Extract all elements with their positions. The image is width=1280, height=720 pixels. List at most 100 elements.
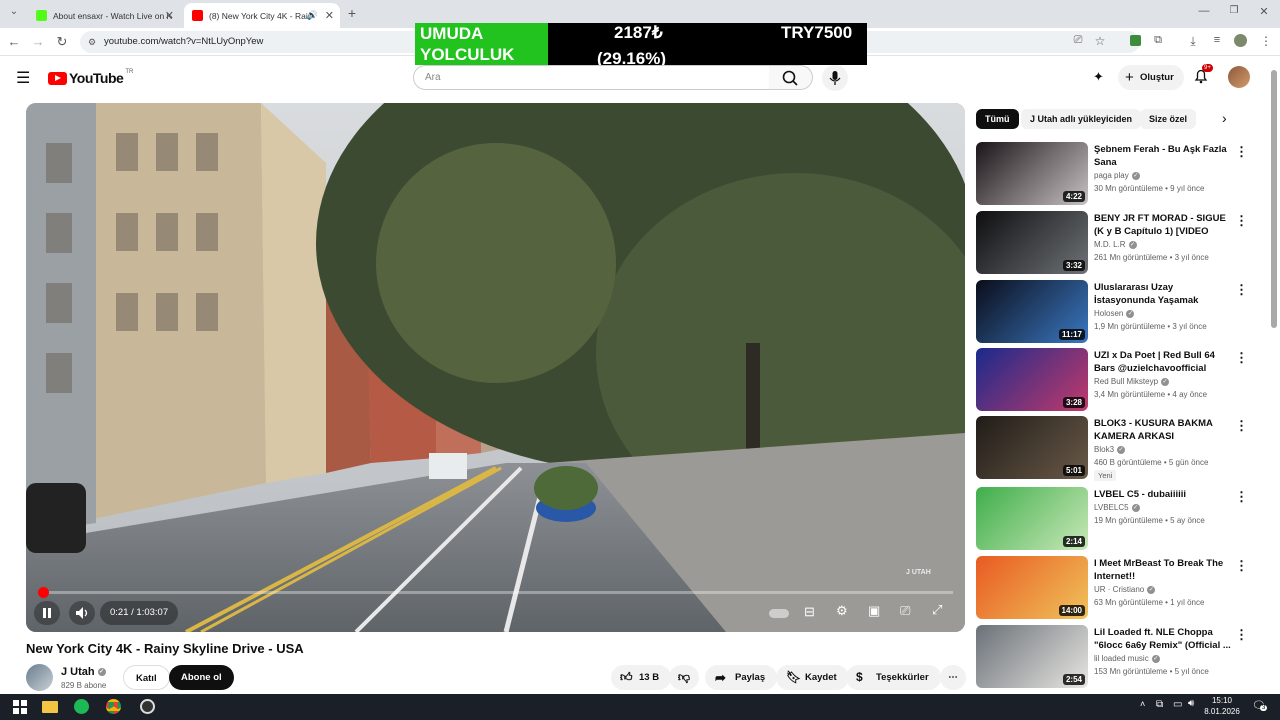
video-player[interactable]: J UTAH 0:21 / 1:03:07 ⊟ ⚙ ▣ ⎚ ⤢ bbox=[26, 103, 965, 632]
forward-icon[interactable]: → bbox=[30, 34, 46, 49]
video-thumbnail[interactable]: 3:32 bbox=[976, 211, 1088, 274]
recommendation-title[interactable]: UZI x Da Poet | Red Bull 64 Bars @uzielc… bbox=[1094, 349, 1232, 376]
more-vertical-icon[interactable]: ⋮ bbox=[1235, 489, 1248, 505]
page-scrollbar[interactable] bbox=[1271, 70, 1277, 328]
recommendation-item[interactable]: 5:01 BLOK3 - KUSURA BAKMA KAMERA ARKASI Bl… bbox=[976, 416, 1251, 481]
recommendation-item[interactable]: 11:17 Uluslararası Uzay İstasyonunda Yaşa… bbox=[976, 280, 1251, 343]
recommendation-item[interactable]: 2:54 Lil Loaded ft. NLE Choppa "6locc 6a6… bbox=[976, 625, 1251, 688]
youtube-logo[interactable]: YouTube TR bbox=[48, 69, 133, 86]
subscribe-button[interactable]: Abone ol bbox=[169, 665, 234, 690]
recommendation-item[interactable]: 3:28 UZI x Da Poet | Red Bull 64 Bars @uz… bbox=[976, 348, 1251, 411]
chevron-right-icon[interactable]: › bbox=[1222, 110, 1227, 126]
network-icon[interactable]: ▭ bbox=[1173, 699, 1182, 710]
notifications-button[interactable]: 9+ bbox=[1192, 64, 1213, 87]
browser-menu-icon[interactable]: ⋮ bbox=[1258, 34, 1274, 48]
extensions-puzzle-icon[interactable]: ⧉ bbox=[1150, 34, 1166, 47]
video-thumbnail[interactable]: 2:14 bbox=[976, 487, 1088, 550]
notification-center-icon[interactable]: 🗨︎ 3 bbox=[1252, 699, 1268, 712]
more-vertical-icon[interactable]: ⋮ bbox=[1235, 350, 1248, 366]
windows-start-icon[interactable] bbox=[12, 699, 28, 715]
mute-button[interactable] bbox=[69, 601, 95, 625]
cast-icon[interactable]: ⎚ bbox=[1070, 34, 1086, 47]
recommendation-channel[interactable]: Holosen ✓ bbox=[1094, 309, 1135, 318]
tray-app-icon[interactable]: ⧉ bbox=[1156, 699, 1163, 710]
profile-avatar-icon[interactable] bbox=[1232, 34, 1248, 50]
tab-close-icon[interactable]: ✕ bbox=[325, 9, 334, 22]
chrome-icon[interactable] bbox=[106, 699, 122, 715]
play-pause-button[interactable] bbox=[34, 601, 60, 625]
back-icon[interactable]: ← bbox=[6, 34, 22, 49]
more-vertical-icon[interactable]: ⋮ bbox=[1235, 558, 1248, 574]
bookmark-star-icon[interactable]: ☆ bbox=[1092, 34, 1108, 48]
gemini-spark-icon[interactable]: ✦ bbox=[1093, 69, 1104, 85]
video-thumbnail[interactable]: 5:01 bbox=[976, 416, 1088, 479]
recommendation-title[interactable]: LVBEL C5 - dubaiiiiii bbox=[1094, 488, 1232, 501]
speaker-icon[interactable]: 🔊︎ bbox=[1188, 698, 1194, 709]
progress-bar[interactable] bbox=[38, 587, 953, 598]
recommendation-title[interactable]: I Meet MrBeast To Break The Internet!! bbox=[1094, 557, 1232, 583]
recommendation-title[interactable]: BENY JR FT MORAD - SIGUE (K y B Capítulo… bbox=[1094, 212, 1232, 239]
extension-icon[interactable] bbox=[1127, 34, 1143, 49]
share-button[interactable]: ➦ Paylaş bbox=[705, 665, 778, 690]
recommendation-item[interactable]: 2:14 LVBEL C5 - dubaiiiiii LVBELC5 ✓ 19 Mn g… bbox=[976, 487, 1251, 550]
scrubber-handle[interactable] bbox=[38, 587, 50, 598]
recommendation-item[interactable]: 4:22 Şebnem Ferah - Bu Aşk Fazla Sana paga… bbox=[976, 142, 1251, 205]
tab-search-icon[interactable]: ⌄ bbox=[6, 6, 22, 17]
like-button[interactable]: 👍︎ 13 B bbox=[611, 665, 672, 690]
create-button[interactable]: + Oluştur bbox=[1118, 65, 1184, 90]
search-button[interactable] bbox=[769, 65, 813, 90]
video-thumbnail[interactable]: 11:17 bbox=[976, 280, 1088, 343]
hamburger-menu-icon[interactable]: ☰ bbox=[16, 68, 30, 88]
dislike-button[interactable]: 👎︎ bbox=[669, 665, 699, 690]
video-thumbnail[interactable]: 4:22 bbox=[976, 142, 1088, 205]
cast-icon[interactable]: ⎚ bbox=[900, 603, 910, 619]
tray-chevron-icon[interactable]: ˄ bbox=[1140, 699, 1145, 709]
channel-name[interactable]: J Utah ✓ bbox=[61, 666, 106, 678]
tab-kick[interactable]: About ensaxr - Watch Live on K ✕ bbox=[28, 3, 180, 28]
spotify-icon[interactable] bbox=[74, 699, 90, 715]
video-thumbnail[interactable]: 3:28 bbox=[976, 348, 1088, 411]
recommendation-title[interactable]: Şebnem Ferah - Bu Aşk Fazla Sana bbox=[1094, 143, 1232, 169]
video-thumbnail[interactable]: 14:00 bbox=[976, 556, 1088, 619]
thanks-button[interactable]: $ Teşekkürler bbox=[846, 665, 941, 690]
reload-icon[interactable]: ↻ bbox=[54, 34, 70, 50]
fullscreen-icon[interactable]: ⤢ bbox=[932, 602, 942, 618]
recommendation-channel[interactable]: LVBELC5 ✓ bbox=[1094, 503, 1140, 512]
minimize-icon[interactable]: — bbox=[1196, 5, 1212, 17]
video-thumbnail[interactable]: 2:54 bbox=[976, 625, 1088, 688]
more-actions-button[interactable]: ⋯ bbox=[940, 665, 966, 690]
recommendation-item[interactable]: 14:00 I Meet MrBeast To Break The Interne… bbox=[976, 556, 1251, 619]
recommendation-item[interactable]: 3:32 BENY JR FT MORAD - SIGUE (K y B Capí… bbox=[976, 211, 1251, 274]
recommendation-channel[interactable]: M.D. L.R ✓ bbox=[1094, 240, 1137, 249]
more-vertical-icon[interactable]: ⋮ bbox=[1235, 282, 1248, 298]
recommendation-title[interactable]: Uluslararası Uzay İstasyonunda Yaşamak bbox=[1094, 281, 1232, 307]
save-button[interactable]: 🔖︎ Kaydet bbox=[776, 665, 849, 690]
recommendation-channel[interactable]: Blok3 ✓ bbox=[1094, 445, 1126, 454]
maximize-icon[interactable]: ❐ bbox=[1226, 5, 1242, 16]
site-info-icon[interactable]: ⚙ bbox=[88, 31, 96, 53]
chip-for-you[interactable]: Size özel bbox=[1140, 109, 1197, 129]
more-vertical-icon[interactable]: ⋮ bbox=[1235, 627, 1248, 643]
chip-from-uploader[interactable]: J Utah adlı yükleyiciden bbox=[1021, 109, 1142, 129]
voice-search-button[interactable] bbox=[822, 65, 848, 91]
more-vertical-icon[interactable]: ⋮ bbox=[1235, 213, 1248, 229]
recommendation-channel[interactable]: lil loaded music ✓ bbox=[1094, 654, 1160, 663]
more-vertical-icon[interactable]: ⋮ bbox=[1235, 144, 1248, 160]
reading-list-icon[interactable]: ≡ bbox=[1209, 34, 1225, 46]
chip-all[interactable]: Tümü bbox=[976, 109, 1019, 129]
tab-youtube[interactable]: (8) New York City 4K - Rainy 🔊 ✕ bbox=[184, 3, 340, 28]
account-avatar[interactable] bbox=[1228, 66, 1250, 88]
join-button[interactable]: Katıl bbox=[123, 665, 170, 690]
recommendation-title[interactable]: BLOK3 - KUSURA BAKMA KAMERA ARKASI bbox=[1094, 417, 1232, 443]
search-input[interactable]: Ara bbox=[413, 65, 770, 90]
audio-playing-icon[interactable]: 🔊 bbox=[307, 10, 318, 21]
clock-date[interactable]: 8.01.2026 bbox=[1197, 707, 1247, 716]
subtitles-icon[interactable]: ⊟ bbox=[804, 604, 815, 620]
recommendation-title[interactable]: Lil Loaded ft. NLE Choppa "6locc 6a6y Re… bbox=[1094, 626, 1232, 652]
recorder-app-icon[interactable] bbox=[140, 699, 156, 715]
recommendation-channel[interactable]: UR · Cristiano ✓ bbox=[1094, 585, 1156, 594]
window-close-icon[interactable]: ✕ bbox=[1256, 5, 1272, 18]
file-explorer-icon[interactable] bbox=[42, 699, 58, 715]
channel-avatar[interactable] bbox=[26, 664, 53, 691]
download-icon[interactable]: ⤓ bbox=[1185, 34, 1201, 49]
